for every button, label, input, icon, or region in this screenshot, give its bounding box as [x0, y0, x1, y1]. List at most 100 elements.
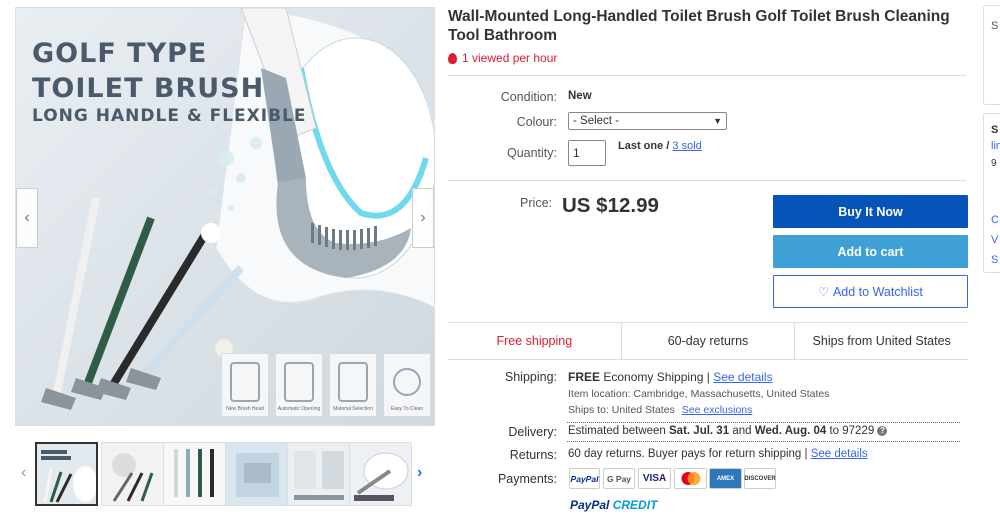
add-to-cart-button[interactable]: Add to cart [773, 235, 968, 268]
sold-count-link[interactable]: 3 sold [672, 140, 701, 152]
paypal-credit-part1: PayPal [570, 498, 610, 512]
image-headline-3: LONG HANDLE & FLEXIBLE [32, 106, 307, 126]
previous-image-button[interactable]: ‹ [16, 188, 38, 248]
divider [448, 75, 966, 76]
thumbnail-6[interactable] [349, 442, 412, 506]
feature-caption: Easy To Clean [390, 406, 424, 412]
payments-label: Payments: [497, 472, 557, 486]
side-panel-link[interactable]: V [991, 234, 998, 246]
opening-icon [284, 362, 314, 402]
thumbnail-image [102, 443, 163, 505]
free-shipping-badge: Free shipping [448, 323, 622, 359]
condition-value: New [568, 90, 592, 102]
shipping-see-details-link[interactable]: See details [713, 370, 772, 384]
discover-logo: DISCOVER [744, 468, 776, 489]
paypal-credit-part2: CREDIT [612, 498, 658, 512]
divider [448, 180, 966, 181]
delivery-label: Delivery: [508, 425, 557, 439]
thumbnail-image [164, 443, 225, 505]
returns-see-details-link[interactable]: See details [811, 448, 868, 460]
feature-tile: Easy To Clean [383, 353, 431, 417]
mastercard-logo [674, 468, 707, 489]
thumbnail-image [288, 443, 349, 505]
next-image-button[interactable]: › [412, 188, 434, 248]
thumbnail-next-button[interactable]: › [417, 464, 422, 482]
feature-tile: Automatic Opening [275, 353, 323, 417]
returns-label: Returns: [509, 448, 557, 462]
thumbnail-4[interactable] [225, 442, 288, 506]
chevron-down-icon: ▼ [713, 116, 722, 126]
heart-icon: ♡ [818, 284, 829, 299]
quantity-label: Quantity: [506, 146, 557, 160]
shipping-summary: FREE Economy Shipping | See details [568, 370, 773, 384]
colour-select[interactable]: - Select - ▼ [568, 112, 727, 130]
see-exclusions-link[interactable]: See exclusions [682, 404, 753, 416]
thumbnail-image [350, 443, 411, 505]
material-icon [338, 362, 368, 402]
delivery-estimate: Estimated between Sat. Jul. 31 and Wed. … [568, 425, 888, 437]
ships-to-label: Ships to: [568, 404, 609, 416]
buy-it-now-button[interactable]: Buy It Now [773, 195, 968, 228]
feature-tile: New Brush Head [221, 353, 269, 417]
thumbnail-3[interactable] [163, 442, 226, 506]
shipping-info-bar: Free shipping 60-day returns Ships from … [448, 322, 968, 360]
watchlist-label: Add to Watchlist [832, 284, 923, 299]
ships-to-value: United States [611, 404, 675, 416]
feature-tile: Material Selection [329, 353, 377, 417]
delivery-date-end: Wed. Aug. 04 [754, 425, 827, 437]
side-panel-text: 9 [991, 158, 997, 169]
side-panel-text: S [991, 20, 999, 32]
side-panel-link[interactable]: C [991, 214, 999, 226]
price-value: US $12.99 [562, 194, 659, 217]
thumbnail-2[interactable] [101, 442, 164, 506]
thumbnail-strip: ‹ › [15, 442, 435, 512]
thumbnail-prev-button[interactable]: ‹ [21, 464, 26, 482]
ships-to: Ships to: United States See exclusions [568, 404, 752, 416]
feature-caption: Material Selection [333, 406, 373, 412]
views-indicator: 1 viewed per hour [448, 51, 557, 65]
delivery-zip: to 97229 [829, 425, 875, 437]
delivery-border-top [567, 422, 960, 423]
side-panel-link[interactable]: S [991, 254, 998, 266]
returns-info: 60 day returns. Buyer pays for return sh… [568, 448, 868, 460]
droplet-icon [393, 368, 421, 396]
paypal-credit-logo: PayPal CREDIT [570, 498, 657, 512]
amex-logo: AMEX [709, 468, 742, 489]
shipping-method: Economy Shipping | [603, 370, 710, 384]
thumbnail-1[interactable] [35, 442, 98, 506]
shipping-label: Shipping: [504, 370, 557, 384]
colour-selected-value: - Select - [573, 115, 620, 127]
price-label: Price: [520, 196, 552, 210]
feature-caption: Automatic Opening [277, 406, 321, 412]
feature-tiles: New Brush Head Automatic Opening Materia… [221, 353, 431, 417]
thumbnail-image [226, 443, 287, 505]
item-location: Item location: Cambridge, Massachusetts,… [568, 388, 829, 400]
returns-badge: 60-day returns [622, 323, 796, 359]
delivery-border-bottom [567, 441, 960, 442]
mastercard-circles-icon [681, 472, 700, 485]
condition-label: Condition: [500, 90, 557, 104]
shipping-free-text: FREE [568, 370, 601, 384]
listing-title: Wall-Mounted Long-Handled Toilet Brush G… [448, 8, 950, 44]
delivery-pre: Estimated between [568, 425, 666, 437]
returns-text: 60 day returns. Buyer pays for return sh… [568, 448, 808, 460]
side-panel-link[interactable]: lin [991, 140, 1000, 152]
info-icon[interactable]: ? [877, 425, 888, 436]
ships-from-badge: Ships from United States [812, 334, 951, 348]
main-product-image[interactable]: GOLF TYPE TOILET BRUSH LONG HANDLE & FLE… [15, 7, 435, 426]
colour-label: Colour: [516, 115, 557, 129]
quantity-input[interactable]: 1 [568, 140, 606, 166]
item-location-label: Item location: [568, 388, 631, 400]
brush-head-icon [230, 362, 260, 402]
delivery-date-start: Sat. Jul. 31 [669, 425, 730, 437]
views-text: 1 viewed per hour [462, 51, 558, 65]
paypal-logo: PayPal [569, 468, 600, 489]
add-to-watchlist-button[interactable]: ♡ Add to Watchlist [773, 275, 968, 308]
item-location-value: Cambridge, Massachusetts, United States [633, 388, 830, 400]
stock-text: Last one / [618, 140, 670, 152]
stock-info: Last one / 3 sold [618, 140, 702, 152]
shop-panel [983, 113, 1000, 273]
feature-caption: New Brush Head [226, 406, 264, 412]
thumbnail-5[interactable] [287, 442, 350, 506]
thumbnail-image [37, 444, 96, 504]
